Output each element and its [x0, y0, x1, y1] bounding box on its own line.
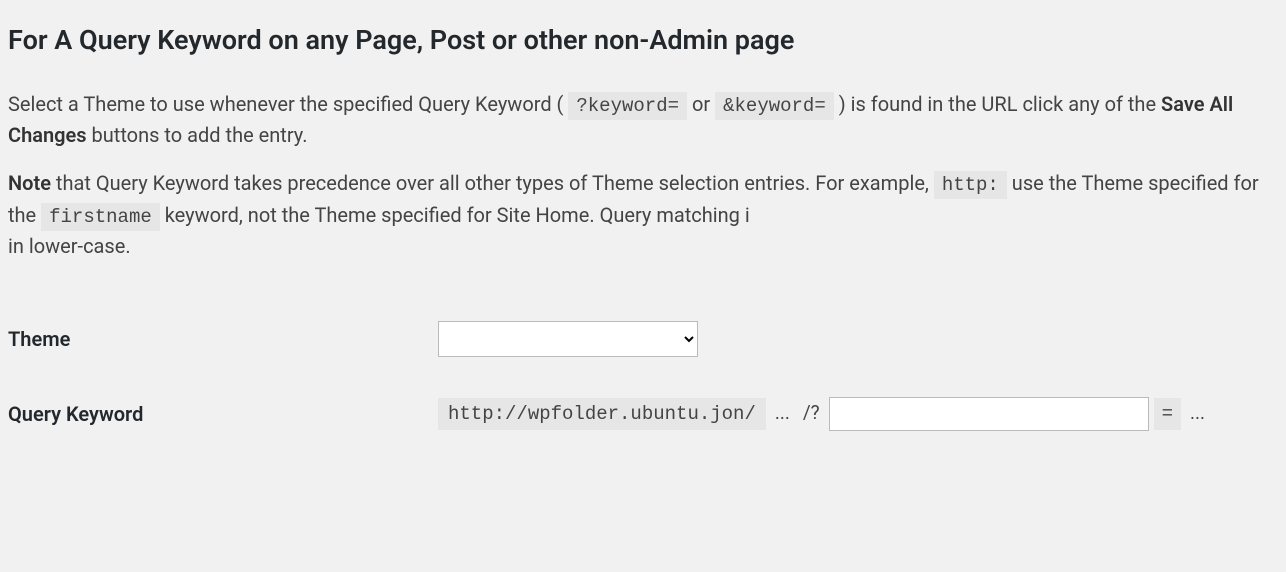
code-http: http:	[934, 171, 1007, 199]
desc-text: or	[687, 92, 715, 116]
description-paragraph-2: Note that Query Keyword takes precedence…	[8, 168, 1278, 261]
theme-field-label: Theme	[8, 301, 438, 377]
url-ellipsis: ...	[771, 401, 794, 424]
desc-text: ) is found in the URL click any of the	[834, 92, 1161, 116]
note-label: Note	[8, 171, 51, 195]
desc-text: buttons to add the entry.	[87, 123, 308, 147]
code-firstname: firstname	[41, 203, 160, 231]
description-paragraph-1: Select a Theme to use whenever the speci…	[8, 89, 1278, 151]
query-keyword-field-label: Query Keyword	[8, 377, 438, 451]
desc-text: that Query Keyword takes precedence over…	[51, 171, 934, 195]
url-prefix-code: http://wpfolder.ubuntu.jon/	[438, 398, 766, 430]
url-equals: =	[1154, 398, 1181, 430]
desc-text: Select a Theme to use whenever the speci…	[8, 92, 568, 116]
section-heading: For A Query Keyword on any Page, Post or…	[8, 20, 1278, 61]
url-slash-question: /?	[799, 401, 824, 424]
theme-select[interactable]	[438, 321, 698, 357]
code-query-keyword-amp: &keyword=	[715, 92, 834, 120]
theme-row: Theme	[8, 301, 1278, 377]
query-keyword-row: Query Keyword http://wpfolder.ubuntu.jon…	[8, 377, 1278, 451]
code-query-keyword-q: ?keyword=	[568, 92, 687, 120]
desc-text: keyword, not the Theme specified for Sit…	[160, 203, 750, 227]
query-keyword-input[interactable]	[829, 397, 1149, 431]
url-trailing-ellipsis: ...	[1186, 401, 1209, 424]
desc-text: in lower-case.	[8, 234, 131, 258]
